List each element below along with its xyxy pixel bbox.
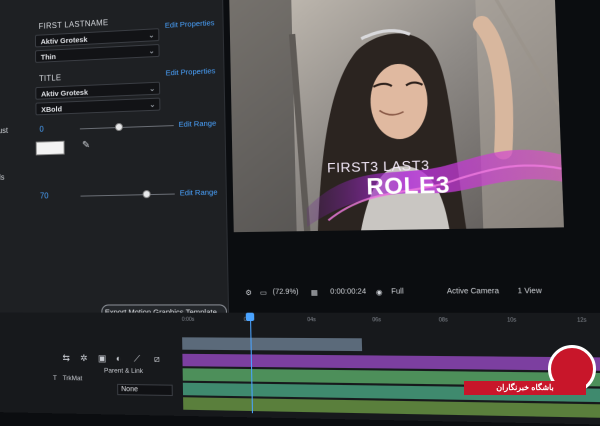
eyedropper-icon[interactable]: ✎	[82, 140, 90, 151]
camera-icon[interactable]: ◉	[376, 288, 383, 296]
properties-panel: FIRST LASTNAME Aktiv Grotesk ⌄ Edit Prope…	[0, 0, 230, 353]
ruler-label: 0:00s	[181, 316, 195, 323]
slider-knob[interactable]	[142, 190, 151, 199]
property-row: ty 70 Edit Range	[0, 183, 226, 206]
ruler-label: 06s	[372, 317, 382, 324]
camera-view-select[interactable]: Active Camera	[447, 288, 499, 296]
zoom-level[interactable]: (72.9%)	[273, 289, 299, 296]
watermark-text: باشگاه خبرنگاران	[464, 381, 586, 395]
current-timecode[interactable]: 0:00:00:24	[330, 288, 366, 296]
edit-range-link[interactable]: Edit Range	[180, 187, 218, 197]
view-layout-select[interactable]: 1 View	[517, 288, 542, 296]
edit-properties-link[interactable]: Edit Properties	[166, 66, 216, 77]
graph-editor-icon[interactable]: ⟋	[134, 353, 140, 364]
ruler-label: 10s	[506, 317, 517, 324]
parent-select[interactable]: None	[117, 383, 173, 397]
chevron-down-icon: ⌄	[148, 48, 155, 56]
ruler-label: 12s	[576, 317, 587, 324]
text-layer-name: FIRST LASTNAME	[38, 18, 109, 31]
opacity-slider[interactable]	[80, 190, 175, 199]
font-style-select[interactable]: XBold ⌄	[35, 97, 161, 116]
ruler-label: 04s	[307, 316, 316, 324]
column-header: TrkMat	[62, 374, 83, 383]
settings-icon[interactable]: ⚙	[245, 289, 252, 297]
chart-icon[interactable]: ⧄	[154, 354, 160, 365]
timeline-tools: ⇆ ✲ ▣ ◐ ⟋ ⧄	[62, 353, 182, 368]
adjust-value[interactable]: 0	[39, 125, 43, 134]
monitor-toolbar: ⚙ ▭ (72.9%) ▦ 0:00:00:24 ◉ Full Active C…	[245, 285, 600, 301]
monitor-icon[interactable]: ▭	[260, 289, 267, 297]
ruler-label: 08s	[438, 317, 449, 324]
adjust-slider[interactable]	[79, 122, 174, 132]
effects-icon[interactable]: ✲	[80, 353, 88, 364]
section-label: rols	[0, 172, 5, 182]
overlay-role-text: ROLE3	[366, 171, 451, 200]
chevron-down-icon: ⌄	[149, 101, 156, 109]
color-swatch[interactable]	[35, 140, 65, 156]
grid-icon[interactable]: ▦	[311, 289, 318, 297]
edit-properties-link[interactable]: Edit Properties	[165, 18, 215, 30]
property-label: djust	[0, 126, 9, 136]
opacity-value[interactable]: 70	[40, 191, 49, 200]
chevron-down-icon: ⌄	[148, 32, 155, 40]
watermark-logo: باشگاه خبرنگاران	[460, 345, 600, 400]
slider-knob[interactable]	[114, 122, 123, 132]
column-header: Parent & Link	[103, 367, 144, 375]
time-ruler[interactable]: 0:00s 02s 04s 06s 08s 10s 12s 14s	[182, 317, 600, 331]
chevron-down-icon: ⌄	[149, 85, 156, 94]
motion-blur-icon[interactable]: ◐	[116, 353, 122, 363]
resolution-select[interactable]: Full	[391, 288, 404, 296]
frame-blend-icon[interactable]: ▣	[98, 353, 107, 364]
edit-range-link[interactable]: Edit Range	[179, 119, 217, 129]
shy-layers-icon[interactable]: ⇆	[62, 353, 69, 364]
text-layer-name: TITLE	[39, 73, 62, 84]
work-area-bar[interactable]	[182, 337, 363, 352]
column-header: T	[52, 374, 57, 382]
